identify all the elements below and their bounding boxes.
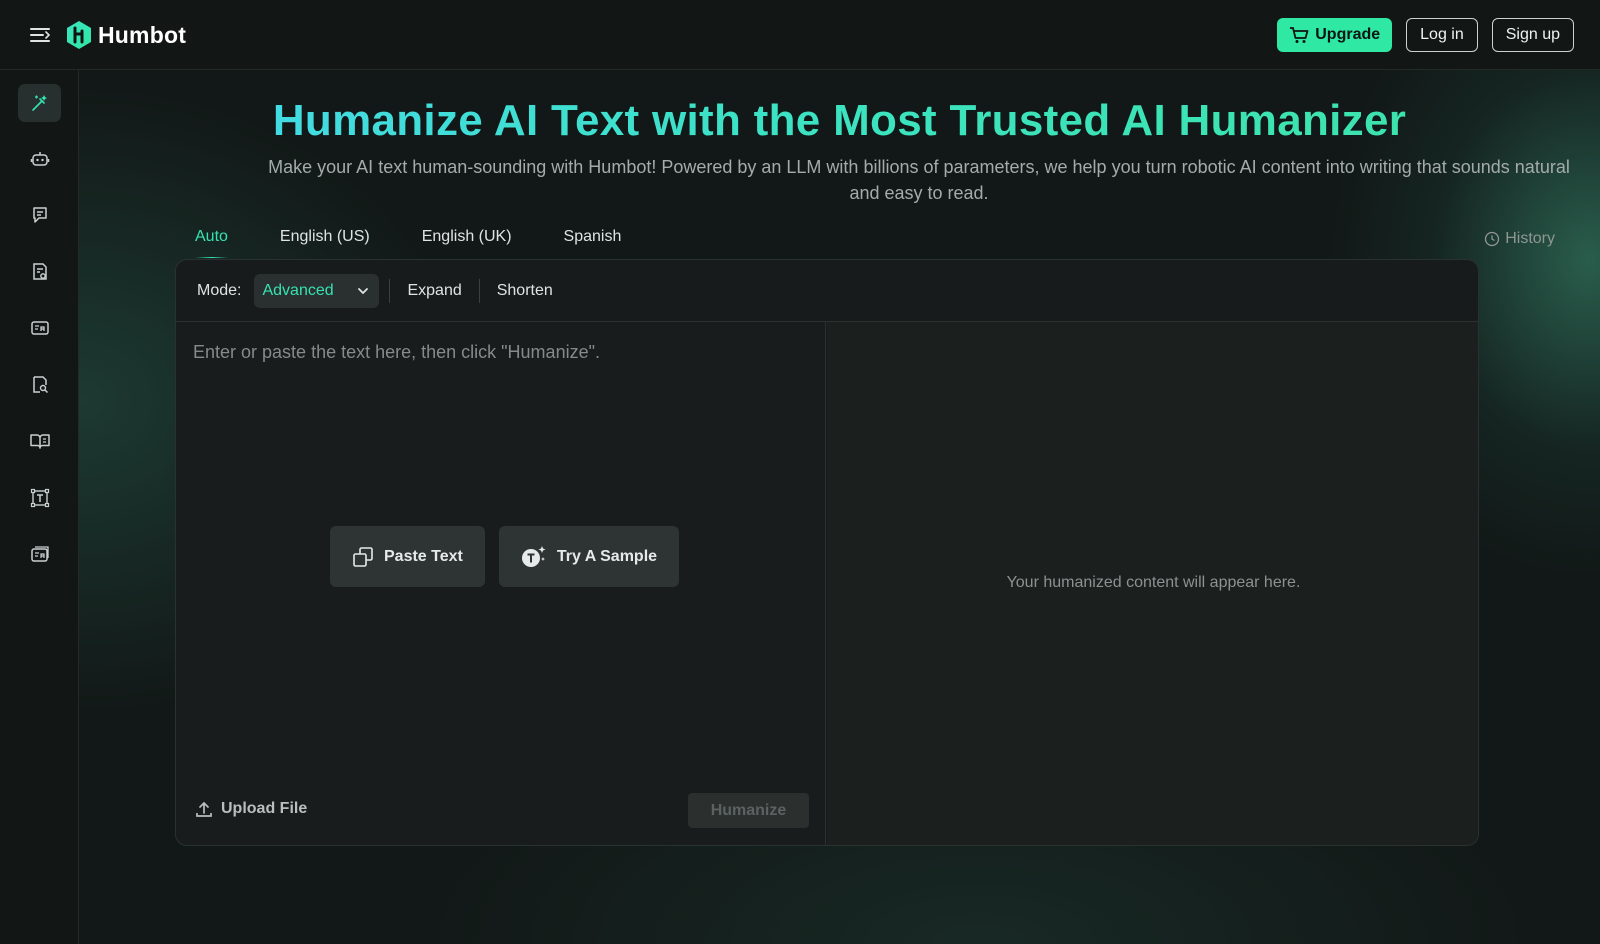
upload-icon <box>196 801 212 817</box>
divider <box>478 278 480 303</box>
sidebar-item-translate-card[interactable] <box>18 535 61 573</box>
signup-button[interactable]: Sign up <box>1491 18 1574 52</box>
mode-value: Advanced <box>262 281 334 299</box>
logo-text: Humbot <box>98 21 187 48</box>
mode-bar: Mode: Advanced Expand Shorten <box>176 260 1478 322</box>
humanize-button[interactable]: Humanize <box>688 793 809 828</box>
header-actions: Upgrade Log in Sign up <box>1277 18 1574 52</box>
hamburger-menu-icon[interactable] <box>28 24 52 46</box>
top-bar: Humbot Upgrade Log in Sign up <box>0 0 1600 70</box>
main-content: Humanize AI Text with the Most Trusted A… <box>79 70 1600 944</box>
sidebar-item-doc-search[interactable] <box>18 366 61 404</box>
tab-english-us[interactable]: English (US) <box>280 228 370 258</box>
tab-english-uk[interactable]: English (UK) <box>422 228 512 258</box>
sidebar-item-reader[interactable] <box>18 422 61 460</box>
output-placeholder: Your humanized content will appear here. <box>1006 574 1301 591</box>
robot-icon <box>30 152 49 166</box>
translate-card-icon <box>30 546 49 562</box>
humanizer-panel: Mode: Advanced Expand Shorten Enter or p… <box>175 259 1479 846</box>
try-sample-button[interactable]: Try A Sample <box>498 526 680 587</box>
expand-option[interactable]: Expand <box>407 282 461 300</box>
book-icon <box>29 434 50 449</box>
sidebar-item-doc-checker[interactable] <box>18 253 61 291</box>
doc-check-icon <box>32 263 47 280</box>
divider <box>389 278 391 303</box>
sidebar-item-chat[interactable] <box>18 196 61 234</box>
sidebar-item-translate[interactable] <box>18 309 61 347</box>
history-label: History <box>1505 230 1555 247</box>
humbot-logo[interactable]: Humbot <box>66 20 186 50</box>
shorten-option[interactable]: Shorten <box>497 282 553 300</box>
history-clock-icon <box>1485 231 1500 247</box>
input-actions: Paste Text Try A Sample <box>330 526 680 587</box>
page-title: Humanize AI Text with the Most Trusted A… <box>79 96 1600 146</box>
tab-auto[interactable]: Auto <box>195 228 228 258</box>
paste-text-label: Paste Text <box>384 547 463 565</box>
login-button[interactable]: Log in <box>1406 18 1478 52</box>
chevron-down-icon <box>358 287 369 294</box>
sample-sparkle-icon <box>521 545 546 567</box>
translate-icon <box>30 321 49 335</box>
tab-spanish[interactable]: Spanish <box>564 228 622 258</box>
input-pane[interactable]: Enter or paste the text here, then click… <box>176 322 826 845</box>
input-placeholder[interactable]: Enter or paste the text here, then click… <box>193 342 600 363</box>
history-link[interactable]: History <box>1484 230 1555 248</box>
paste-icon <box>353 546 373 567</box>
upload-file-button[interactable]: Upload File <box>195 800 307 818</box>
chat-doc-icon <box>32 207 47 223</box>
cart-icon <box>1290 27 1309 43</box>
page-subtitle: Make your AI text human-sounding with Hu… <box>268 157 1570 203</box>
mode-dropdown[interactable]: Advanced <box>254 273 380 308</box>
paste-text-button[interactable]: Paste Text <box>330 526 485 587</box>
try-sample-label: Try A Sample <box>556 547 658 565</box>
sidebar-item-text-extract[interactable] <box>18 479 61 517</box>
language-tabs: Auto English (US) English (UK) Spanish <box>195 228 621 258</box>
sidebar <box>0 70 79 944</box>
upgrade-button[interactable]: Upgrade <box>1277 18 1393 52</box>
doc-search-icon <box>32 376 48 394</box>
upload-file-label: Upload File <box>221 800 308 817</box>
upgrade-label: Upgrade <box>1315 26 1381 43</box>
magic-pen-icon <box>31 95 47 111</box>
sidebar-item-ai-detector[interactable] <box>18 140 61 178</box>
humbot-logo-icon <box>67 21 91 49</box>
text-frame-icon <box>30 488 49 508</box>
sidebar-item-humanizer[interactable] <box>18 84 61 122</box>
mode-label: Mode: <box>197 281 242 299</box>
output-pane: Your humanized content will appear here. <box>827 322 1478 845</box>
